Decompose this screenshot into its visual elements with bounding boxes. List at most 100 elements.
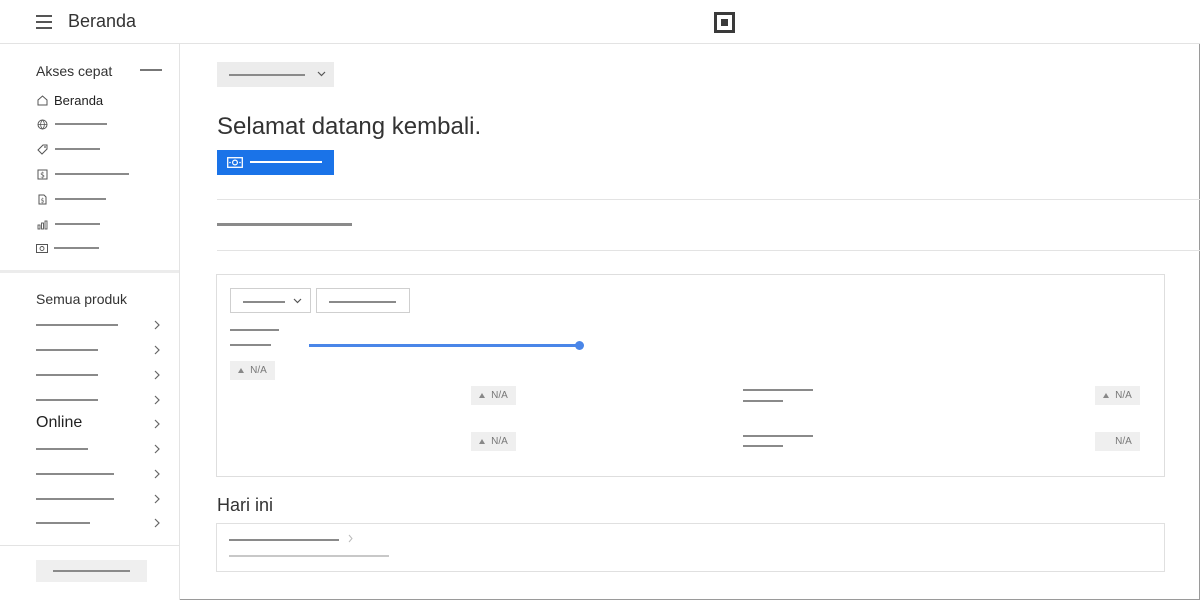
- badge-text: N/A: [1115, 390, 1132, 401]
- cash-icon: [36, 242, 48, 254]
- metric-value-placeholder: [743, 445, 783, 447]
- chevron-right-icon: [152, 515, 162, 531]
- product-item[interactable]: [36, 515, 164, 531]
- product-item-label: Online: [36, 414, 83, 431]
- tag-icon: [36, 143, 48, 155]
- sidebar-divider: [0, 270, 179, 273]
- svg-text:$: $: [40, 170, 45, 179]
- date-picker-button[interactable]: [316, 288, 410, 313]
- sidebar-item-globe[interactable]: [36, 117, 107, 131]
- collapse-icon[interactable]: [140, 69, 162, 71]
- change-badge: N/A: [1095, 386, 1140, 405]
- triangle-up-icon: [238, 368, 245, 373]
- change-badge: N/A: [471, 386, 516, 405]
- product-placeholder: [36, 522, 90, 524]
- chevron-right-icon: [152, 317, 162, 333]
- sidebar-item-invoice[interactable]: $: [36, 192, 106, 206]
- chevron-right-icon: [152, 392, 162, 408]
- today-title-placeholder: [229, 539, 339, 541]
- button-placeholder: [250, 161, 322, 163]
- product-item[interactable]: [36, 466, 164, 482]
- product-placeholder: [36, 399, 98, 401]
- period-dropdown[interactable]: [230, 288, 311, 313]
- sidebar-item-placeholder: [55, 123, 107, 125]
- cash-icon: [227, 157, 243, 168]
- primary-action-button[interactable]: [217, 150, 334, 175]
- product-placeholder: [36, 473, 114, 475]
- home-icon: [36, 94, 48, 106]
- product-placeholder: [36, 349, 98, 351]
- sidebar: Akses cepat Beranda $ $ Semua produk Onl…: [0, 44, 180, 600]
- chevron-right-icon: [152, 342, 162, 358]
- all-products-heading: Semua produk: [36, 291, 128, 307]
- badge-text: N/A: [250, 365, 267, 376]
- metric-value-placeholder: [230, 344, 271, 346]
- chevron-right-icon: [152, 441, 162, 457]
- product-item[interactable]: [36, 392, 164, 408]
- metric-value-placeholder: [743, 400, 783, 402]
- sidebar-item-tag[interactable]: [36, 142, 100, 156]
- today-subtitle-placeholder: [229, 555, 389, 557]
- divider: [217, 250, 1200, 251]
- globe-icon: [36, 118, 48, 130]
- sidebar-bottom-divider: [0, 545, 179, 546]
- triangle-up-icon: [479, 439, 486, 444]
- dropdown-placeholder: [243, 301, 285, 303]
- divider: [217, 199, 1200, 200]
- section-heading-placeholder: [217, 223, 352, 226]
- triangle-up-icon: [479, 393, 486, 398]
- product-placeholder: [36, 448, 88, 450]
- badge-text: N/A: [491, 436, 508, 447]
- triangle-up-icon: [1103, 393, 1110, 398]
- product-item[interactable]: [36, 317, 164, 333]
- square-logo-icon[interactable]: [714, 12, 735, 33]
- chevron-right-icon: [152, 466, 162, 482]
- change-badge: N/A: [1095, 432, 1140, 451]
- product-placeholder: [36, 498, 114, 500]
- product-item[interactable]: [36, 491, 164, 507]
- dollar-box-icon: $: [36, 168, 48, 180]
- welcome-heading: Selamat datang kembali.: [217, 113, 482, 140]
- change-badge: N/A: [471, 432, 516, 451]
- page-title: Beranda: [68, 11, 137, 31]
- product-item[interactable]: [36, 367, 164, 383]
- today-card[interactable]: [216, 523, 1165, 572]
- top-bar: Beranda: [0, 0, 1200, 44]
- invoice-icon: $: [36, 193, 48, 205]
- progress-slider[interactable]: [309, 344, 579, 347]
- svg-text:$: $: [40, 197, 44, 204]
- sidebar-item-placeholder: [55, 223, 100, 225]
- location-dropdown[interactable]: [217, 62, 334, 87]
- dropdown-placeholder: [229, 74, 305, 76]
- sidebar-item-dollar[interactable]: $: [36, 167, 129, 181]
- chevron-right-icon: [152, 367, 162, 383]
- sidebar-item-beranda[interactable]: Beranda: [36, 92, 104, 108]
- change-badge: N/A: [230, 361, 275, 380]
- chevron-right-icon: [152, 416, 162, 432]
- sidebar-item-placeholder: [54, 247, 99, 249]
- quick-access-heading: Akses cepat: [36, 63, 113, 79]
- metric-label-placeholder: [230, 329, 279, 331]
- product-item[interactable]: [36, 342, 164, 358]
- sidebar-item-cash[interactable]: [36, 241, 99, 255]
- chevron-down-icon: [317, 71, 326, 77]
- product-placeholder: [36, 324, 118, 326]
- metrics-card: N/A N/A N/A N/A N/A: [216, 274, 1165, 477]
- chevron-down-icon: [293, 298, 302, 304]
- bar-chart-icon: [36, 218, 48, 230]
- chevron-right-icon: [348, 534, 353, 543]
- sidebar-bottom-button[interactable]: [36, 560, 147, 582]
- hamburger-menu-icon[interactable]: [36, 15, 52, 29]
- product-placeholder: [36, 374, 98, 376]
- badge-text: N/A: [491, 390, 508, 401]
- button-placeholder: [329, 301, 396, 303]
- metric-label-placeholder: [743, 389, 813, 391]
- sidebar-item-label: Beranda: [54, 92, 104, 108]
- product-item-online[interactable]: Online: [36, 414, 164, 432]
- button-placeholder: [53, 570, 130, 572]
- sidebar-item-reports[interactable]: [36, 217, 100, 231]
- slider-handle[interactable]: [575, 341, 584, 350]
- product-item[interactable]: [36, 441, 164, 457]
- sidebar-item-placeholder: [55, 148, 100, 150]
- sidebar-item-placeholder: [55, 173, 129, 175]
